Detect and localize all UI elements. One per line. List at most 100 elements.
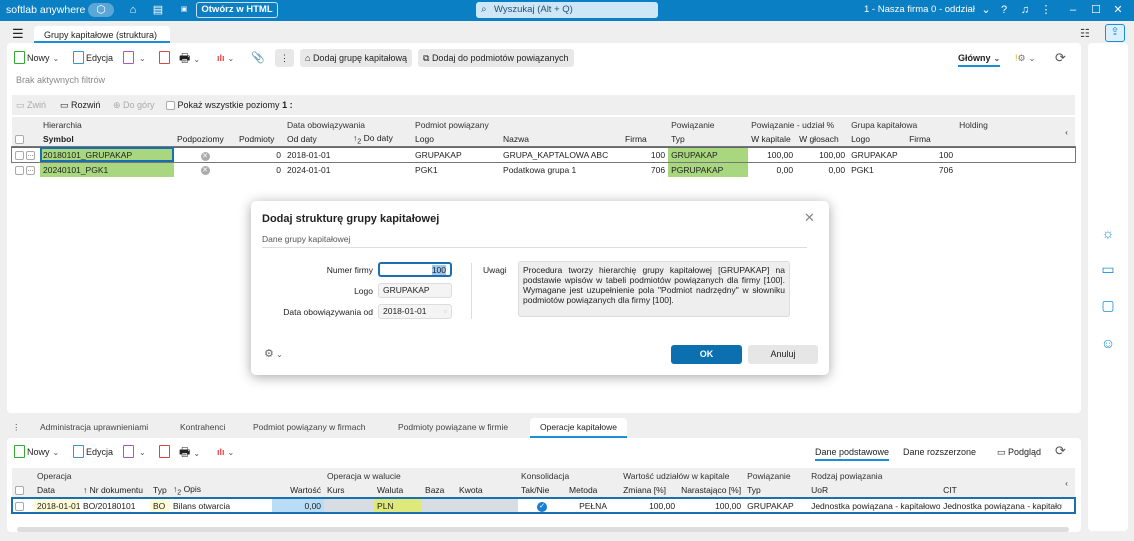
expand-button[interactable]: ▭ Rozwiń — [60, 100, 101, 111]
column-header[interactable]: Tak/Nie — [518, 483, 567, 499]
support-icon[interactable]: ☺ — [1098, 335, 1118, 353]
logo-input[interactable]: GRUPAKAP — [378, 283, 452, 298]
table-row[interactable]: … 20180101_GRUPAKAP ✕ 0 2018-01-01 GRUPAKAP G… — [10, 146, 1077, 163]
column-header[interactable]: Data — [34, 483, 80, 499]
more-actions-button[interactable]: ⋮ — [275, 49, 294, 67]
notes-textarea[interactable]: Procedura tworzy hierarchię grupy kapita… — [518, 261, 790, 317]
company-number-input[interactable]: 100 — [378, 262, 452, 277]
refresh-icon[interactable]: ⟳ — [1055, 442, 1066, 460]
column-header[interactable]: Podmioty — [236, 132, 285, 148]
help-icon[interactable]: ? — [996, 3, 1012, 17]
column-header[interactable]: Waluta — [374, 483, 423, 499]
tab-podmiot-powiazany[interactable]: Podmiot powiązany w firmach — [253, 422, 365, 432]
chevron-down-icon[interactable]: ⌄ — [978, 3, 994, 17]
help-chat-icon[interactable]: ▢ — [1098, 297, 1118, 315]
column-header[interactable]: Metoda — [566, 483, 621, 499]
tab-grupy-kapitalowe[interactable]: Grupy kapitałowe (struktura) — [34, 26, 170, 43]
column-header[interactable]: Typ — [744, 483, 809, 499]
column-header[interactable]: W kapitale — [748, 132, 797, 148]
column-header[interactable]: Zmiana [%] — [620, 483, 679, 499]
settings-gear-icon[interactable]: ⚙ ⌄ — [264, 347, 283, 360]
list-settings-icon[interactable]: ☷ — [1080, 27, 1090, 40]
home-icon[interactable]: ⌂ — [125, 3, 141, 17]
edit-button[interactable]: Edycja — [73, 49, 113, 67]
attachment-icon[interactable]: 📎 — [251, 49, 265, 67]
minimize-icon[interactable]: – — [1065, 3, 1081, 17]
column-header[interactable]: Typ — [668, 132, 749, 148]
collapse-button[interactable]: ▭ Zwiń — [16, 100, 46, 111]
close-icon[interactable]: ✕ — [804, 210, 815, 226]
column-header[interactable]: Logo — [848, 132, 907, 148]
column-header[interactable]: Symbol — [40, 132, 174, 148]
new-button[interactable]: Nowy ⌄ — [14, 443, 59, 461]
tab-podmioty-powiazane[interactable]: Podmioty powiązane w firmie — [398, 422, 508, 432]
delete-button[interactable] — [159, 443, 172, 461]
column-header[interactable]: ↑2 Do daty — [350, 132, 413, 148]
delete-button[interactable] — [159, 49, 172, 67]
card-icon[interactable]: ▤ — [150, 3, 166, 17]
open-html-button[interactable]: Otwórz w HTML — [196, 2, 278, 18]
view-selector[interactable]: Główny ⌄ — [958, 49, 1001, 67]
new-button[interactable]: Nowy ⌄ — [14, 49, 59, 67]
edit-button[interactable]: Edycja — [73, 443, 113, 461]
date-input[interactable]: 2018-01-01 ▫ — [378, 304, 452, 319]
chart-button[interactable]: ılı ⌄ — [217, 49, 234, 67]
column-header[interactable]: Nazwa — [500, 132, 623, 148]
hamburger-menu-icon[interactable]: ☰ — [12, 26, 24, 42]
bc-icon[interactable]: ▣ — [176, 3, 192, 17]
column-header[interactable]: Podpoziomy — [174, 132, 236, 148]
basic-data-tab[interactable]: Dane podstawowe — [815, 443, 890, 461]
cube-icon[interactable]: ⬡ — [88, 3, 114, 17]
tab-operacje-kapitalowe[interactable]: Operacje kapitałowe — [530, 418, 628, 438]
cancel-button[interactable]: Anuluj — [748, 345, 818, 364]
more-icon[interactable]: ⋮ — [1038, 3, 1054, 17]
column-header[interactable]: ↑2 Opis — [170, 483, 272, 499]
close-icon[interactable]: ✕ — [1110, 3, 1126, 17]
tab-kontrahenci[interactable]: Kontrahenci — [180, 422, 225, 432]
chat-icon[interactable]: ▭ — [1098, 261, 1118, 279]
column-header[interactable]: W głosach — [796, 132, 849, 148]
tabs-more-icon[interactable]: ⋮ — [12, 422, 21, 433]
print-button[interactable]: 🖶 ⌄ — [179, 443, 200, 461]
table-row[interactable]: 2018-01-01 BO/20180101 BO Bilans otwarcia 0,… — [10, 497, 1077, 514]
lightbulb-icon[interactable]: ☼ — [1098, 225, 1118, 243]
add-to-related-button[interactable]: ⧉ Dodaj do podmiotów powiązanych — [418, 49, 574, 67]
select-all-checkbox[interactable] — [15, 135, 24, 145]
maximize-icon[interactable]: ☐ — [1088, 3, 1104, 17]
horizontal-scrollbar[interactable] — [17, 527, 1069, 532]
refresh-icon[interactable]: ⟳ — [1055, 49, 1066, 67]
settings-warning-button[interactable]: !⚙ ⌄ — [1015, 49, 1035, 67]
column-header[interactable]: ↑ Nr dokumentu — [80, 483, 150, 499]
share-icon[interactable]: ⇪ — [1105, 24, 1125, 42]
tab-administracja[interactable]: Administracja uprawnieniami — [40, 422, 148, 432]
select-all-checkbox[interactable] — [15, 486, 24, 496]
bell-icon[interactable]: ♫ — [1017, 3, 1033, 17]
print-button[interactable]: 🖶 ⌄ — [179, 49, 200, 67]
up-button[interactable]: ⊕ Do góry — [113, 100, 155, 111]
ok-button[interactable]: OK — [671, 345, 742, 364]
column-header[interactable]: Kurs — [324, 483, 375, 499]
dialog-title: Dodaj strukturę grupy kapitałowej — [262, 213, 440, 225]
column-header[interactable]: Baza — [422, 483, 457, 499]
company-selector[interactable]: 1 - Nasza firma 0 - oddział — [864, 4, 975, 15]
copy-button[interactable]: ⌄ — [123, 443, 146, 461]
hierarchy-grid: Hierarchia Data obowiązywania Podmiot powi… — [10, 117, 1077, 177]
column-header[interactable]: Typ — [150, 483, 170, 499]
show-all-levels-checkbox[interactable]: Pokaż wszystkie poziomy 1 : — [166, 100, 293, 111]
add-group-button[interactable]: ⌂ Dodaj grupę kapitałową — [300, 49, 412, 67]
chart-button[interactable]: ılı ⌄ — [217, 443, 234, 461]
extended-data-tab[interactable]: Dane rozszerzone — [903, 443, 976, 461]
table-row[interactable]: … 20240101_PGK1 ✕ 0 2024-01-01 PGK1 Podatkowa… — [12, 162, 1075, 177]
column-header[interactable]: Logo — [412, 132, 501, 148]
column-header[interactable]: UoR — [808, 483, 941, 499]
copy-button[interactable]: ⌄ — [123, 49, 146, 67]
column-header[interactable]: Od daty — [284, 132, 351, 148]
search-input[interactable]: ⌕ Wyszukaj (Alt + Q) — [476, 2, 658, 18]
column-header[interactable]: Firma — [622, 132, 669, 148]
column-header[interactable]: Narastająco [%] — [678, 483, 745, 499]
column-header[interactable]: Kwota — [456, 483, 519, 499]
column-header[interactable]: Wartość — [272, 483, 325, 499]
column-header[interactable]: CIT — [940, 483, 1063, 499]
preview-button[interactable]: ▭ Podgląd — [997, 443, 1041, 461]
column-header[interactable]: Firma — [906, 132, 957, 148]
